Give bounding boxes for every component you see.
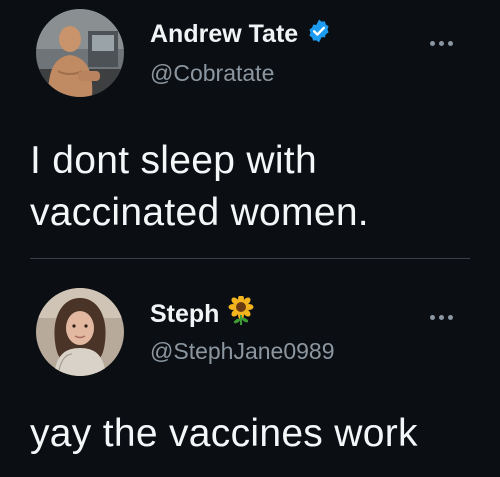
avatar[interactable] [36,9,124,97]
handle[interactable]: @Cobratate [150,60,274,87]
tweet-text-line: vaccinated women. [30,191,369,234]
tweet-text-line: I dont sleep with [30,139,317,182]
tweet-text: yay the vaccines work [30,408,418,460]
display-name-text[interactable]: Steph [150,300,219,329]
handle[interactable]: @StephJane0989 [150,338,335,365]
man-photo-avatar-icon [36,9,124,97]
more-options-icon[interactable] [428,300,455,326]
tweet-text-line: yay the vaccines work [30,412,418,455]
sunflower-icon [227,294,255,333]
verified-badge-icon [306,18,332,51]
display-name[interactable]: Steph [150,294,255,333]
more-options-icon[interactable] [428,26,455,52]
tweet-text: I dont sleep with vaccinated women. [30,135,369,239]
tweet-steph[interactable]: Steph @StephJane0989 yay the vaccines wo… [0,258,500,477]
woman-photo-avatar-icon [36,288,124,376]
display-name[interactable]: Andrew Tate [150,18,332,51]
avatar[interactable] [36,288,124,376]
tweet-andrew-tate[interactable]: Andrew Tate @Cobratate I dont sleep with… [0,0,500,258]
display-name-text[interactable]: Andrew Tate [150,20,298,49]
